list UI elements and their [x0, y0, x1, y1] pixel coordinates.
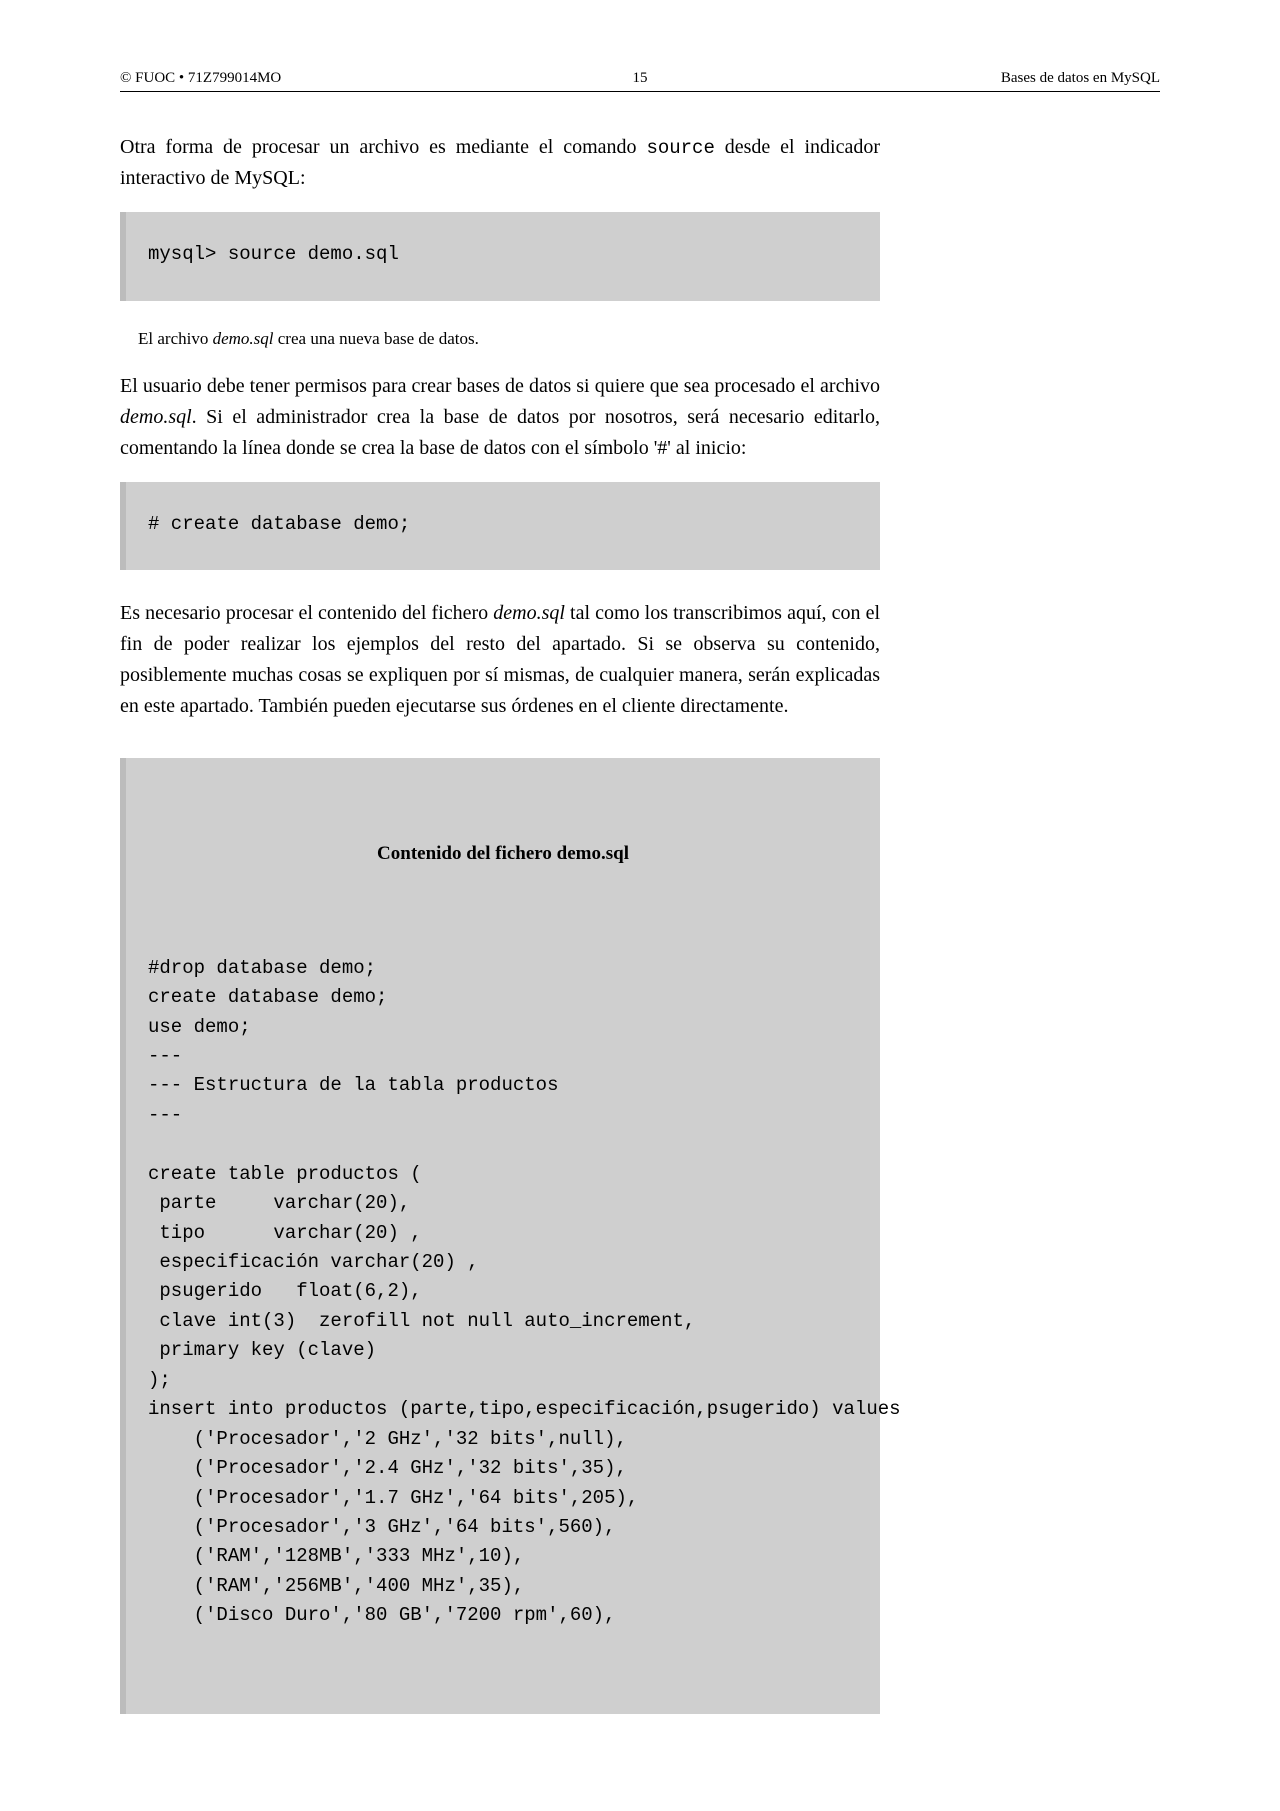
code-body: #drop database demo; create database dem… [148, 954, 858, 1631]
figure-caption: El archivo demo.sql crea una nueva base … [138, 329, 880, 349]
header-left: © FUOC • 71Z799014MO [120, 70, 281, 87]
text: crea una nueva base de datos. [274, 329, 479, 348]
filename-italic: demo.sql [120, 406, 192, 428]
text: . Si el administrador crea la base de da… [120, 406, 880, 459]
text: El usuario debe tener permisos para crea… [120, 375, 880, 397]
page-number: 15 [633, 70, 648, 87]
content-column: Otra forma de procesar un archivo es med… [120, 132, 880, 1714]
inline-code-source: source [646, 137, 714, 159]
text: Otra forma de procesar un archivo es med… [120, 136, 646, 158]
filename-italic: demo.sql [493, 602, 565, 624]
text: Es necesario procesar el contenido del f… [120, 602, 493, 624]
document-page: © FUOC • 71Z799014MO 15 Bases de datos e… [0, 0, 1280, 1774]
text: El archivo [138, 329, 213, 348]
code-block-3: Contenido del fichero demo.sql #drop dat… [120, 758, 880, 1713]
code-block-title: Contenido del fichero demo.sql [148, 839, 858, 868]
paragraph-3: Es necesario procesar el contenido del f… [120, 598, 880, 722]
paragraph-1: Otra forma de procesar un archivo es med… [120, 132, 880, 194]
filename-italic: demo.sql [213, 329, 274, 348]
code-block-2: # create database demo; [120, 482, 880, 571]
header-right: Bases de datos en MySQL [1001, 70, 1160, 87]
page-header: © FUOC • 71Z799014MO 15 Bases de datos e… [120, 70, 1160, 92]
paragraph-2: El usuario debe tener permisos para crea… [120, 371, 880, 464]
code-block-1: mysql> source demo.sql [120, 212, 880, 301]
